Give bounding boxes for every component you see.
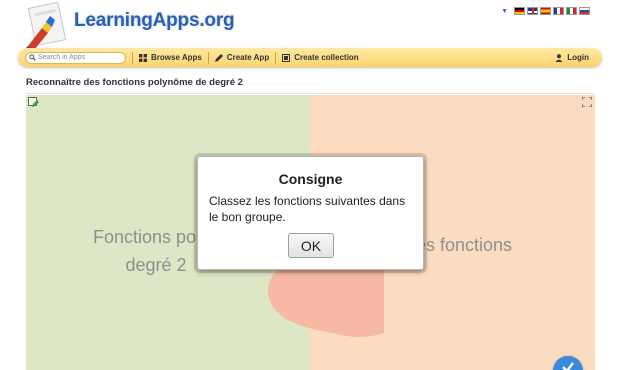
browse-apps-label: Browse Apps [151,53,202,62]
search-input[interactable] [38,52,122,63]
instruction-dialog: Consigne Classez les fonctions suivantes… [197,156,424,270]
create-collection-link[interactable]: Create collection [282,53,359,62]
fullscreen-icon[interactable] [582,97,592,107]
decorative-shape [268,263,384,337]
pencil-icon [214,53,223,62]
language-selector: ▼ [501,7,590,15]
learningapps-logo[interactable]: LearningApps.org [20,0,235,50]
create-app-label: Create App [226,53,270,62]
login-link[interactable]: Login [555,53,589,62]
ok-button[interactable]: OK [288,233,334,258]
main-navbar: Browse Apps Create App Create collection… [18,48,602,67]
grid-icon [139,53,147,62]
page-title: Reconnaître des fonctions polynôme de de… [26,77,243,88]
flag-es-icon[interactable] [540,7,551,15]
create-collection-label: Create collection [294,53,359,62]
dialog-title: Consigne [278,171,343,187]
dialog-message: Classez les fonctions suivantes dans le … [209,194,406,224]
language-dropdown-icon[interactable]: ▼ [501,8,508,15]
logo-pencil-icon [25,2,67,50]
edit-app-icon[interactable] [28,97,39,108]
check-icon [562,362,574,370]
logo-text: LearningApps.org [74,10,235,31]
nav-divider [132,51,133,64]
search-icon [29,54,36,61]
nav-divider [207,51,209,64]
flag-ru-icon[interactable] [579,7,590,15]
search-box [25,51,126,64]
browse-apps-link[interactable]: Browse Apps [139,53,202,62]
create-app-link[interactable]: Create App [214,53,270,62]
user-icon [555,53,563,62]
flag-de-icon[interactable] [514,7,525,15]
flag-en-icon[interactable] [527,7,538,15]
flag-it-icon[interactable] [566,7,577,15]
flag-fr-icon[interactable] [553,7,564,15]
title-divider [26,93,595,94]
nav-divider [275,51,277,64]
login-label: Login [567,53,589,62]
group-right-label: es fonctions [416,235,513,255]
collection-icon [282,53,291,62]
